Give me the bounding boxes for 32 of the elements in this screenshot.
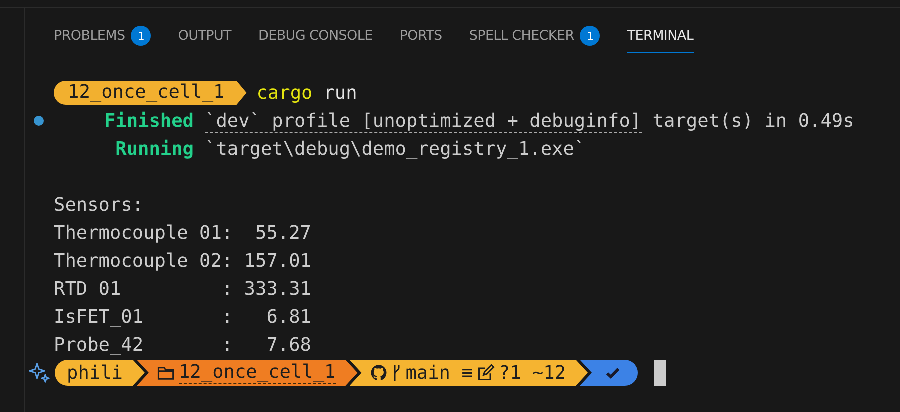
panel-tab[interactable]: SPELL CHECKER 1 bbox=[469, 22, 600, 53]
output-text: Sensors: bbox=[54, 194, 144, 216]
output-text: Thermocouple 02: 157.01 bbox=[54, 250, 312, 272]
branch-icon bbox=[392, 364, 402, 382]
cat-silhouette-icon bbox=[370, 364, 388, 382]
output-text: Thermocouple 01: 55.27 bbox=[54, 222, 312, 244]
output-text: `target\debug\demo_registry_1.exe` bbox=[205, 138, 586, 160]
count-badge: 1 bbox=[580, 26, 600, 46]
panel-tab[interactable]: PROBLEMS 1 bbox=[54, 22, 152, 53]
edit-icon bbox=[476, 364, 495, 382]
output-text: Probe_42 : 7.68 bbox=[54, 334, 312, 356]
panel-tab[interactable]: DEBUG CONSOLE bbox=[258, 22, 373, 53]
folder-icon bbox=[156, 364, 175, 382]
output-text: RTD 01 : 333.31 bbox=[54, 278, 312, 300]
command-name: cargo bbox=[256, 82, 313, 104]
status-label: Running bbox=[114, 138, 194, 160]
count-badge: 1 bbox=[131, 26, 152, 46]
text-cursor bbox=[654, 360, 666, 386]
output-text: IsFET_01 : 6.81 bbox=[54, 306, 312, 328]
output-link[interactable]: `dev` profile [unoptimized + debuginfo] bbox=[205, 110, 642, 132]
command-decoration-icon[interactable] bbox=[34, 116, 44, 126]
sparkle-icon[interactable] bbox=[29, 362, 51, 384]
status-label: Finished bbox=[103, 110, 194, 132]
command-argument: run bbox=[324, 82, 358, 104]
panel-tab[interactable]: OUTPUT bbox=[178, 22, 232, 53]
directory-segment: 12_once_cell_1 bbox=[54, 81, 247, 105]
output-text: target(s) in 0.49s bbox=[652, 110, 854, 132]
panel-tab[interactable]: TERMINAL bbox=[627, 22, 694, 53]
folder-segment: 12_once_cell_1 bbox=[136, 360, 358, 386]
user-segment: phili bbox=[55, 360, 145, 386]
git-segment: main ≡ ?1 ~12 bbox=[350, 360, 588, 386]
panel-tab[interactable]: PORTS bbox=[400, 22, 442, 53]
